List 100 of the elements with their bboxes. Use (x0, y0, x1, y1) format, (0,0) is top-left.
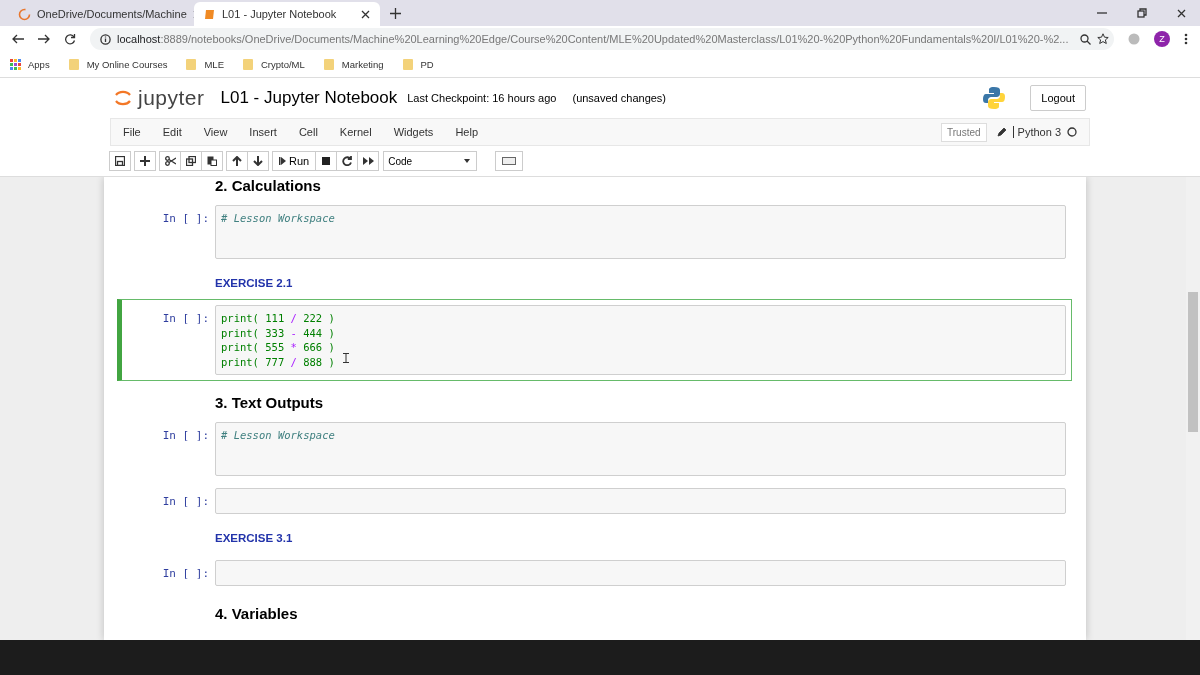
apps-grid-icon (10, 59, 21, 70)
cell-prompt: In [ ]: (161, 494, 210, 510)
paste-icon (207, 156, 217, 166)
cell-prompt: In [ ]: (161, 428, 210, 444)
dropdown-caret-icon (464, 159, 471, 163)
bookmark[interactable]: Apps (28, 59, 50, 70)
tab-title: L01 - Jupyter Notebook (222, 8, 338, 20)
browser-tab[interactable]: L01 - Jupyter Notebook (194, 2, 380, 26)
copy-icon (186, 156, 196, 166)
keyboard-shortcuts-button[interactable] (495, 151, 524, 171)
code-cell[interactable]: In [ ]: # Lesson Workspace (117, 199, 1072, 265)
menu-item[interactable]: Widgets (393, 126, 449, 138)
bookmark[interactable]: PD (420, 59, 434, 70)
code-line: # Lesson Workspace (221, 428, 335, 443)
cell-prompt: In [ ]: (161, 566, 210, 582)
trusted-indicator[interactable]: Trusted (941, 122, 987, 142)
stop-button[interactable] (315, 151, 338, 171)
code-line: print( 111 / 222 ) (221, 311, 335, 326)
kernel-idle-icon (1067, 127, 1077, 137)
kernel-name[interactable]: Python 3 (1012, 126, 1061, 138)
bookmark[interactable]: My Online Courses (86, 59, 168, 70)
loading-spinner-icon (18, 7, 31, 21)
save-button[interactable] (109, 151, 131, 171)
run-all-button[interactable] (357, 151, 380, 171)
fast-forward-icon (362, 157, 374, 165)
menu-item[interactable]: File (123, 126, 156, 138)
code-cell[interactable]: In [ ]: print( 111 / 222 ) print( 333 - 444 ) print( 555 * 666 ) print( 777 / 888 ) (117, 299, 1072, 381)
folder-icon (185, 58, 198, 71)
text-cursor-icon (342, 353, 349, 363)
bookmark[interactable]: MLE (204, 59, 224, 70)
move-down-button[interactable] (247, 151, 269, 171)
info-icon (100, 33, 111, 45)
cell-prompt: In [ ]: (161, 311, 210, 327)
plus-icon (140, 156, 150, 166)
code-input[interactable]: # Lesson Workspace (215, 205, 1066, 259)
exercise-label: EXERCISE 2.1 (215, 276, 294, 291)
up-arrow-icon (232, 156, 242, 166)
notebook-name[interactable]: L01 - Jupyter Notebook (220, 88, 398, 108)
menu-item[interactable]: Insert (249, 126, 292, 138)
scissors-icon (164, 156, 176, 166)
restart-button[interactable] (336, 151, 359, 171)
code-input[interactable] (215, 560, 1066, 586)
back-arrow-icon[interactable] (12, 34, 24, 44)
move-up-button[interactable] (226, 151, 248, 171)
step-icon (279, 157, 286, 165)
cell-type-select[interactable]: Code (383, 151, 478, 171)
cell-prompt: In [ ]: (161, 211, 210, 227)
folder-icon (242, 58, 254, 71)
code-cell[interactable]: In [ ]: # Lesson Workspace (117, 416, 1072, 482)
menu-item[interactable]: Edit (162, 126, 197, 138)
section-heading: 2. Calculations (215, 177, 322, 194)
zoom-icon[interactable] (1080, 33, 1092, 45)
tab-title: OneDrive/Documents/Machine (37, 8, 187, 20)
down-arrow-icon (253, 156, 263, 166)
bookmark[interactable]: Crypto/ML (261, 59, 305, 70)
star-icon[interactable] (1097, 33, 1110, 45)
checkpoint-status: Last Checkpoint: 16 hours ago (407, 92, 557, 104)
menu-icon[interactable] (1184, 33, 1188, 45)
paste-button[interactable] (201, 151, 223, 171)
code-input[interactable]: print( 111 / 222 ) print( 333 - 444 ) print( 555 * 666 ) print( 777 / 888 ) (215, 305, 1066, 375)
folder-icon (322, 58, 335, 71)
menu-item[interactable]: Help (455, 126, 493, 138)
cut-button[interactable] (159, 151, 181, 171)
code-line: print( 555 * 666 ) (221, 340, 335, 355)
logout-button[interactable]: Logout (1030, 85, 1086, 111)
code-line: print( 777 / 888 ) (221, 354, 335, 369)
save-icon (115, 156, 125, 166)
restart-icon (342, 156, 353, 166)
profile-avatar[interactable]: Z (1154, 31, 1170, 47)
run-button[interactable]: Run (272, 151, 317, 171)
menu-item[interactable]: Cell (298, 126, 333, 138)
code-input[interactable]: # Lesson Workspace (215, 422, 1066, 476)
jupyter-logo-text: jupyter (138, 86, 205, 110)
code-cell[interactable]: In [ ]: (117, 554, 1072, 592)
menu-item[interactable]: Kernel (339, 126, 387, 138)
code-input[interactable] (215, 488, 1066, 514)
keyboard-icon (502, 157, 517, 165)
close-icon[interactable] (361, 9, 370, 19)
python-logo-icon (982, 86, 1007, 110)
insert-cell-button[interactable] (134, 151, 156, 171)
code-line: # Lesson Workspace (221, 211, 335, 226)
close-icon[interactable] (1177, 8, 1186, 18)
folder-icon (401, 58, 414, 71)
stop-icon (322, 157, 331, 165)
exercise-label: EXERCISE 3.1 (215, 531, 294, 546)
code-cell[interactable]: In [ ]: (117, 482, 1072, 520)
address-bar[interactable]: localhost:8889/notebooks/OneDrive/Documents/Machine%20Learning%20Edge/Course%20Content/MLE%20Updated%20Masterclass/L01%20-%20Python%20Fundamentals%20I/L01%20-%2... (90, 28, 1114, 50)
menu-item[interactable]: View (203, 126, 243, 138)
section-heading: 4. Variables (215, 605, 299, 622)
code-line: print( 333 - 444 ) (221, 325, 335, 340)
forward-arrow-icon[interactable] (38, 34, 50, 44)
reload-icon[interactable] (64, 33, 76, 45)
bookmark[interactable]: Marketing (341, 59, 384, 70)
copy-button[interactable] (180, 151, 202, 171)
restore-icon[interactable] (1137, 8, 1147, 18)
pencil-icon[interactable] (996, 127, 1007, 137)
autosave-status: (unsaved changes) (572, 92, 667, 104)
new-tab-icon[interactable] (390, 7, 401, 19)
section-heading: 3. Text Outputs (215, 394, 325, 411)
notebook-icon (204, 8, 216, 20)
